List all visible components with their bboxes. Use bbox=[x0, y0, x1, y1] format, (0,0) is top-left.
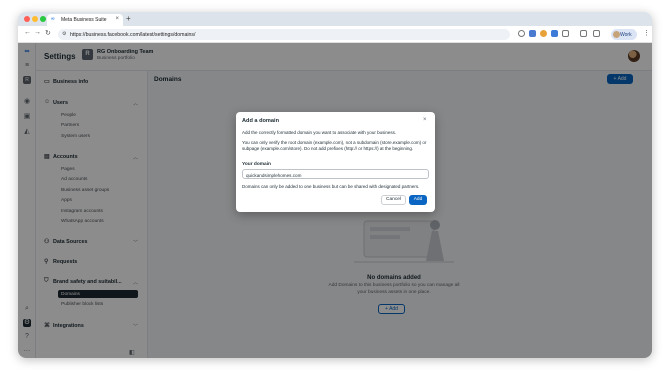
domain-input[interactable]: quickandsimplehomes.com bbox=[242, 169, 429, 179]
avatar bbox=[613, 31, 620, 38]
profile-button[interactable]: Work bbox=[611, 29, 637, 40]
tab-title: Meta Business Suite bbox=[61, 17, 107, 23]
sidepanel-icon[interactable] bbox=[593, 30, 600, 37]
back-icon[interactable]: ← bbox=[24, 29, 31, 36]
more-menu-icon[interactable]: ⋮ bbox=[643, 29, 650, 37]
add-domain-dialog: Add a domain × Add the correctly formatt… bbox=[236, 112, 435, 212]
dialog-note: Domains can only be added to one busines… bbox=[242, 184, 420, 189]
address-bar[interactable]: ⚙ https://business.facebook.com/latest/s… bbox=[58, 29, 510, 40]
reload-icon[interactable]: ↻ bbox=[45, 29, 51, 37]
site-info-icon[interactable]: ⚙ bbox=[62, 31, 66, 37]
minimize-window-button[interactable] bbox=[32, 16, 38, 22]
cancel-button[interactable]: Cancel bbox=[381, 195, 406, 205]
profile-label: Work bbox=[620, 32, 632, 38]
url-text: https://business.facebook.com/latest/set… bbox=[70, 32, 196, 38]
browser-window: ∞ Meta Business Suite × + ← → ↻ ⚙ https:… bbox=[18, 12, 652, 358]
dialog-verify-text: You can only verify the root domain (exa… bbox=[242, 140, 427, 151]
extension-icon[interactable] bbox=[529, 30, 536, 37]
add-button[interactable]: Add bbox=[409, 195, 427, 205]
close-window-button[interactable] bbox=[24, 16, 30, 22]
extension-icon[interactable] bbox=[518, 30, 525, 37]
domain-field-label: Your domain bbox=[242, 162, 271, 167]
new-tab-button[interactable]: + bbox=[126, 14, 131, 23]
browser-tab[interactable]: ∞ Meta Business Suite × bbox=[47, 14, 123, 26]
extension-icon[interactable] bbox=[551, 30, 558, 37]
forward-icon[interactable]: → bbox=[34, 29, 41, 36]
maximize-window-button[interactable] bbox=[40, 16, 46, 22]
browser-toolbar: ← → ↻ ⚙ https://business.facebook.com/la… bbox=[18, 26, 652, 43]
puzzle-icon[interactable] bbox=[562, 30, 569, 37]
extension-icon[interactable] bbox=[540, 30, 547, 37]
app-area: ∞ ≡ R ◉ ▣ ◭ ⌕ ⚙ ? … Settings R RG Onboar… bbox=[18, 43, 652, 358]
downloads-icon[interactable] bbox=[580, 30, 587, 37]
meta-logo-icon: ∞ bbox=[51, 16, 55, 22]
dialog-title: Add a domain bbox=[242, 118, 279, 124]
tab-strip: ∞ Meta Business Suite × + bbox=[18, 12, 652, 26]
close-icon[interactable]: × bbox=[423, 117, 427, 123]
close-tab-icon[interactable]: × bbox=[115, 16, 119, 22]
dialog-intro: Add the correctly formatted domain you w… bbox=[242, 130, 397, 135]
